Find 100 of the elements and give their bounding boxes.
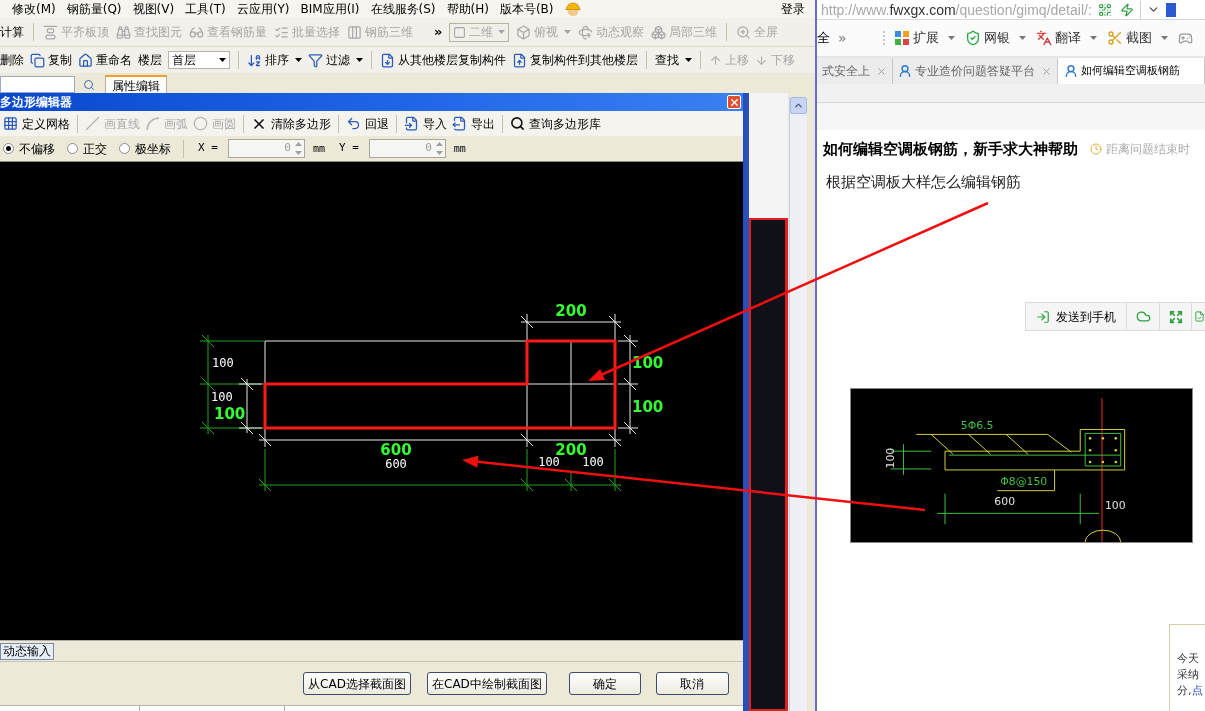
toolbar-link[interactable]: 全 (817, 28, 830, 48)
search-field[interactable] (0, 76, 75, 93)
columns-icon (347, 24, 362, 40)
question-body: 根据空调板大样怎么编辑钢筋 (825, 172, 1022, 192)
tool-button[interactable]: 定义网格 (3, 113, 70, 134)
tile-icon[interactable] (1165, 2, 1176, 17)
unit-label: mm (312, 142, 325, 156)
spinner-arrows-icon (435, 141, 443, 156)
tool-button[interactable]: 回退 (346, 113, 389, 134)
toolbar-button[interactable]: 重命名 (78, 49, 132, 71)
chevron-up-icon (793, 100, 804, 111)
dialog-button[interactable]: 确定 (568, 672, 641, 695)
tool-button[interactable]: 查询多边形库 (510, 113, 601, 134)
search-icon[interactable] (83, 79, 95, 91)
dimension-label: 100 (632, 398, 664, 416)
rebar-dot (1101, 437, 1105, 440)
coordinate-label: Y = (338, 140, 359, 157)
drawing-label: 100 (883, 447, 897, 469)
snap-radio[interactable]: 极坐标 (119, 139, 171, 158)
caret-icon (1160, 36, 1168, 40)
toolbar-button[interactable]: 复制构件到其他楼层 (512, 49, 638, 71)
arrow-down-icon (755, 53, 768, 67)
copy-icon (30, 52, 45, 68)
menu-item[interactable]: 在线服务(S) (370, 1, 436, 17)
close-icon[interactable] (1041, 65, 1052, 77)
send-to-phone-button[interactable]: 发送到手机 (1026, 303, 1127, 330)
menu-item[interactable]: 云应用(Y) (236, 1, 290, 17)
close-icon[interactable] (876, 65, 887, 77)
floor-label: 楼层 (138, 52, 162, 69)
menu-item[interactable]: 钢筋量(Q) (66, 1, 122, 17)
browser-tool-button[interactable]: 翻译 (1035, 28, 1097, 48)
coordinate-label: X = (198, 140, 218, 157)
expand-icon (1168, 309, 1183, 324)
floor-select[interactable]: 首层 (168, 51, 230, 69)
cube-icon (516, 24, 532, 40)
scroll-up-button[interactable] (790, 97, 807, 114)
lightning-icon[interactable] (1119, 2, 1134, 17)
zoom-in-icon (736, 24, 752, 40)
browser-tool-button[interactable]: 扩展 (894, 28, 955, 48)
browser-tool-button[interactable]: 网银 (964, 28, 1026, 48)
menu-item[interactable]: 版本号(B) (499, 1, 554, 17)
polygon-outline[interactable] (263, 339, 617, 430)
dialog-button[interactable]: 从CAD选择截面图 (303, 672, 411, 695)
caret-icon (564, 30, 572, 34)
dimension-label: 100 (538, 455, 560, 469)
rebar-tie-line (1005, 433, 1029, 455)
popup-link[interactable]: 点 (1191, 684, 1203, 697)
dialog-button[interactable]: 取消 (655, 672, 729, 695)
menu-item[interactable]: 视图(V) (132, 1, 175, 17)
browser-tool-button[interactable]: 截图 (1106, 28, 1168, 48)
toolbar-button[interactable]: 删除 (0, 49, 24, 71)
toolbar-button[interactable]: 过滤 (308, 49, 363, 71)
toolbar-button[interactable]: 排序 (247, 49, 302, 71)
url-text[interactable]: http://www.fwxgx.com/question/gimq/detail/: (817, 0, 1092, 19)
browser-tab[interactable]: 专业造价问题答疑平台 (893, 58, 1058, 84)
scrollbar[interactable] (789, 97, 807, 711)
tool-button[interactable]: 导入 (404, 113, 447, 134)
person-icon (898, 64, 912, 78)
search-icon (510, 116, 525, 131)
dynamic-input-button[interactable]: 动态输入 (0, 642, 54, 660)
clock-icon (1090, 143, 1102, 155)
deadline-text: 距离问题结束时 (1106, 141, 1190, 158)
drawing-label: Φ8@150 (1000, 474, 1048, 488)
overflow-button[interactable]: » (434, 22, 443, 42)
snap-radio[interactable]: 正交 (67, 139, 107, 158)
undo-icon (346, 116, 361, 131)
drawing-canvas[interactable]: 200 100 100 100 100 100 600 200 600 100 100 (0, 162, 743, 640)
rotate-icon (578, 24, 594, 40)
close-button[interactable] (727, 95, 741, 109)
cloud-icon (1135, 309, 1151, 324)
qr-code-icon[interactable] (1097, 2, 1112, 17)
send-icon (1036, 309, 1050, 324)
toolbar-button[interactable]: 查找 (655, 49, 692, 71)
overflow-button[interactable]: » (838, 27, 847, 49)
tool-button[interactable]: 导出 (452, 113, 495, 134)
login-link[interactable]: 登录 (781, 0, 805, 18)
browser-tab[interactable]: 如何编辑空调板钢筋 (1058, 58, 1205, 84)
rebar-dot (1088, 437, 1092, 440)
rebar-tie-line (930, 433, 954, 455)
tool-button[interactable]: 清除多边形 (251, 113, 331, 134)
snap-radio[interactable]: 不偏移 (3, 139, 55, 158)
menu-item[interactable]: 修改(M) (12, 1, 56, 17)
rebar-dot (1101, 460, 1105, 464)
gamepad-icon[interactable] (1177, 30, 1193, 46)
document-icon (1194, 311, 1205, 322)
caret-icon (356, 58, 363, 62)
dialog-title: 多边形编辑器 (0, 94, 72, 111)
toolbar-button[interactable]: 计算 (0, 21, 24, 43)
menu-item[interactable]: 帮助(H) (446, 1, 489, 17)
drawing-label: 100 (1104, 499, 1126, 513)
toolbar-button[interactable]: 从其他楼层复制构件 (380, 49, 506, 71)
menu-item[interactable]: 工具(T) (185, 1, 226, 17)
document-down-icon (380, 52, 395, 68)
dialog-button[interactable]: 在CAD中绘制截面图 (427, 672, 547, 695)
browser-tab[interactable]: 式安全上 (817, 58, 893, 84)
toolbar-button[interactable]: 复制 (30, 49, 72, 71)
menu-item[interactable]: BIM应用(I) (300, 1, 360, 17)
panel-tab[interactable]: 属性编辑 (105, 75, 167, 93)
caret-icon (947, 36, 955, 40)
leader-line (996, 469, 1056, 492)
